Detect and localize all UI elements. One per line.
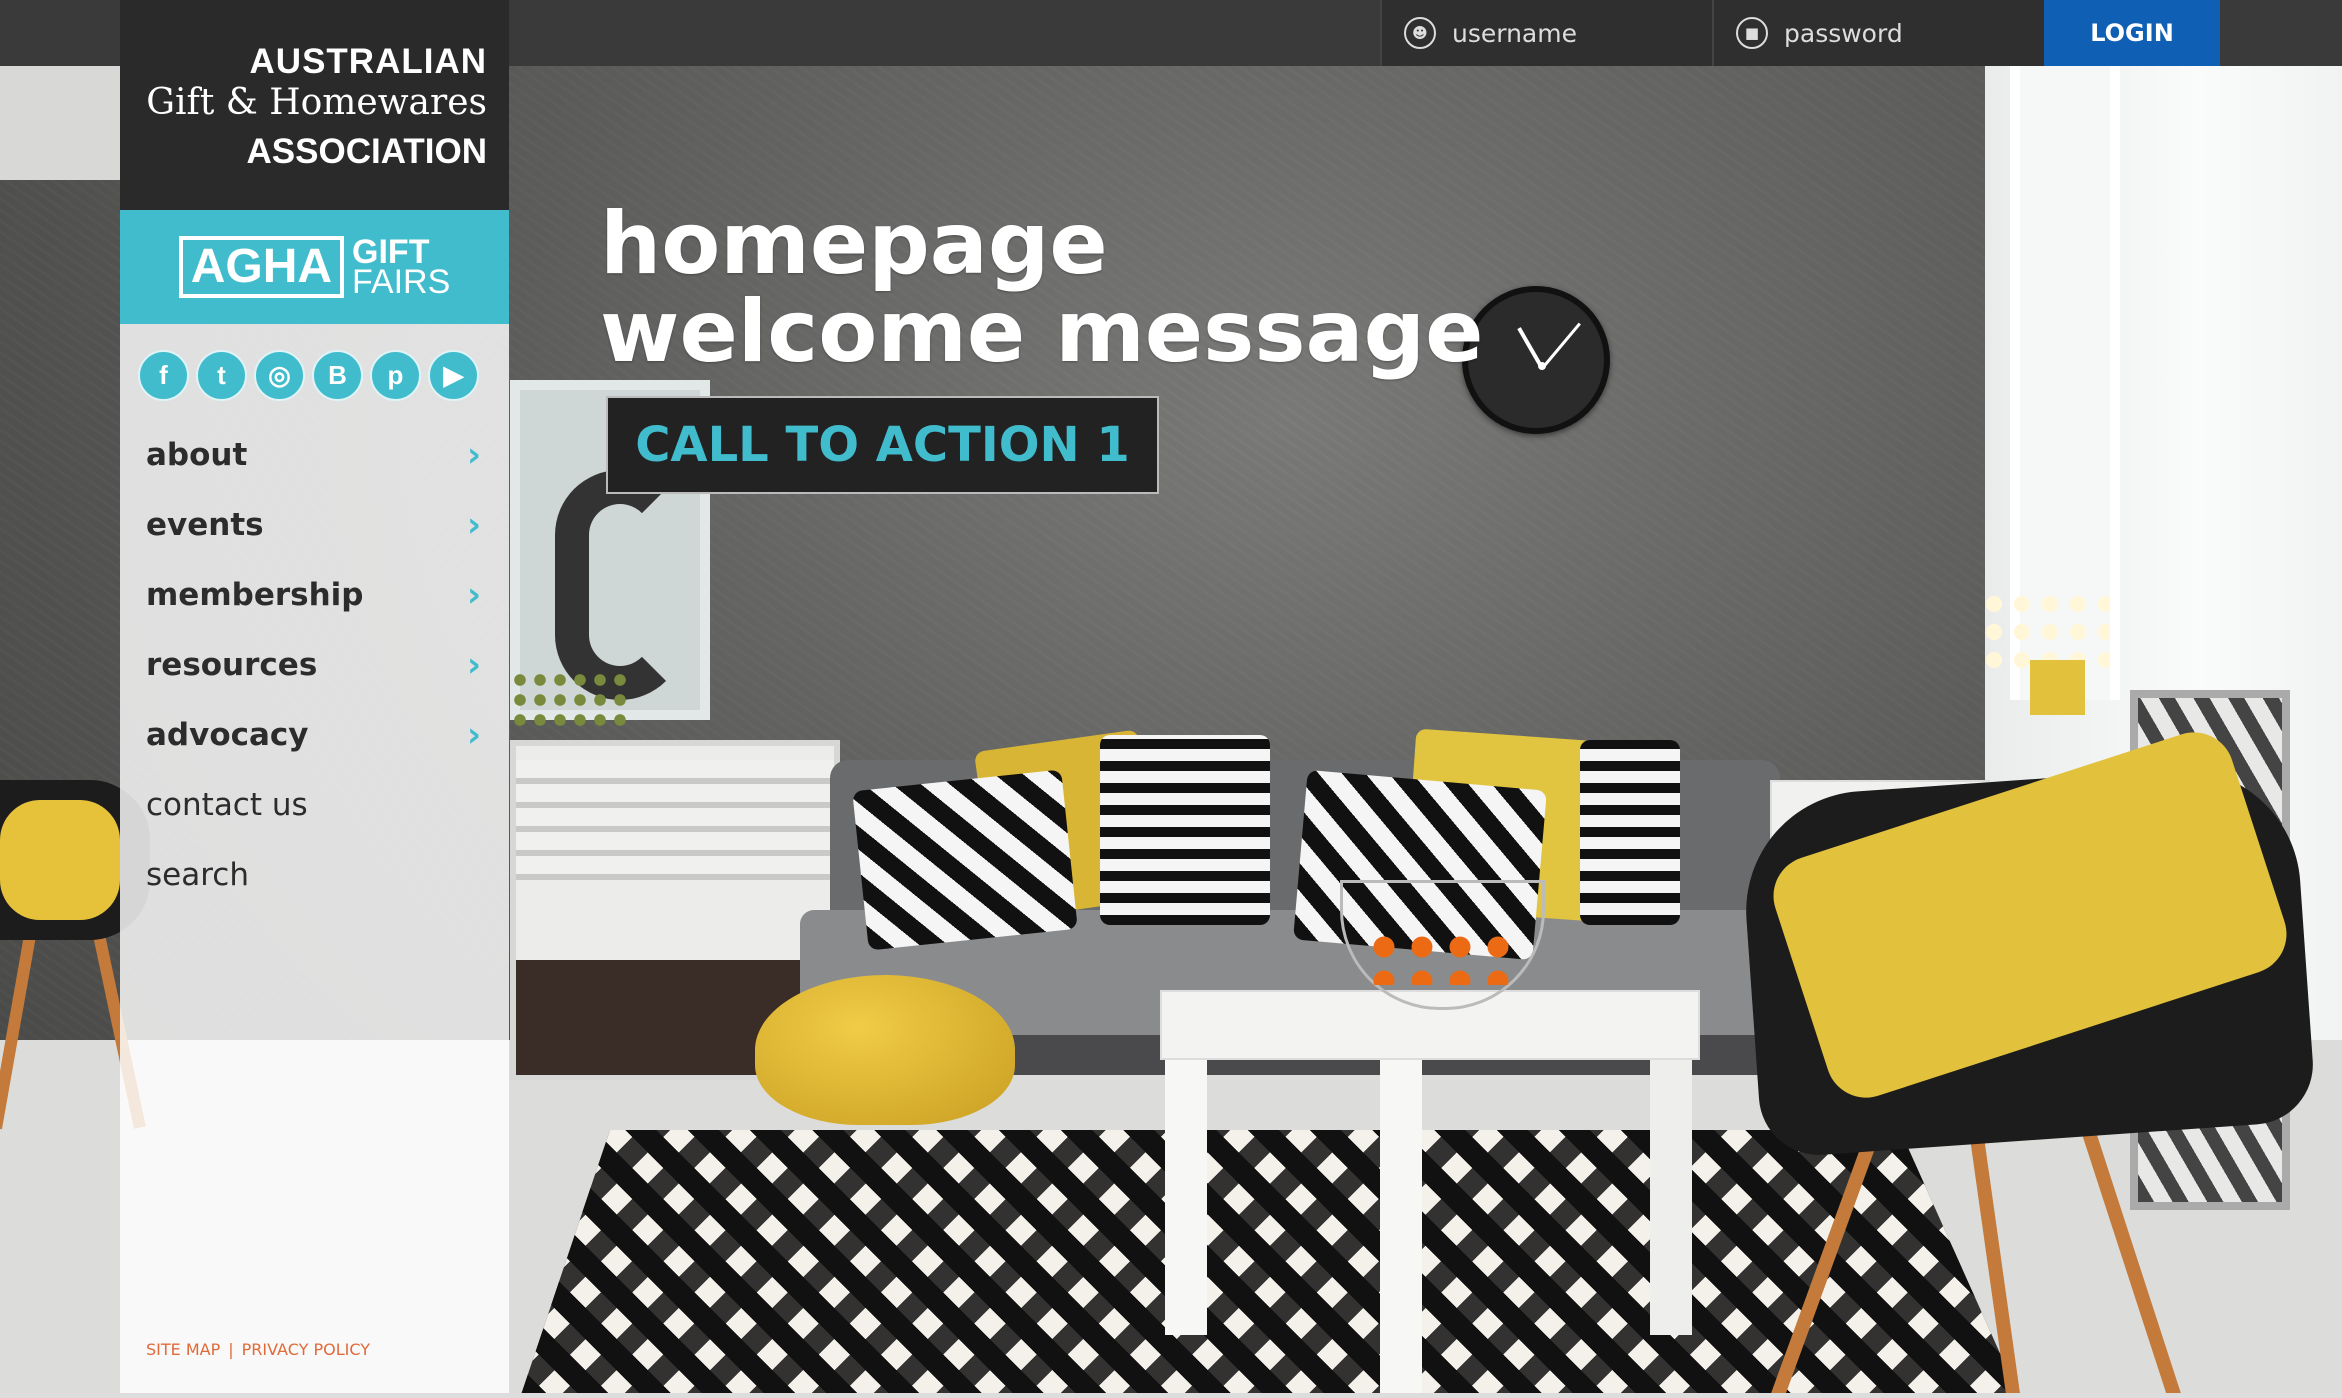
- nav-item-resources[interactable]: resources ›: [120, 630, 509, 700]
- main-nav: about › events › membership › resources › advoca…: [120, 420, 509, 910]
- nav-item-label: events: [146, 507, 264, 543]
- nav-item-contact-us[interactable]: contact us: [120, 770, 509, 840]
- footer-links: SITE MAP | PRIVACY POLICY: [146, 1340, 378, 1359]
- agha-logo: AGHA: [178, 236, 345, 298]
- nav-item-advocacy[interactable]: advocacy ›: [120, 700, 509, 770]
- username-field[interactable]: ☻ username: [1380, 0, 1713, 66]
- footer-separator: |: [228, 1340, 234, 1359]
- blogger-icon[interactable]: B: [312, 350, 363, 401]
- nav-item-about[interactable]: about ›: [120, 420, 509, 490]
- nav-item-membership[interactable]: membership ›: [120, 560, 509, 630]
- user-icon: ☻: [1404, 17, 1436, 49]
- chevron-right-icon: ›: [466, 645, 481, 685]
- page: ☻ username ■ password LOGIN AUSTRALIAN G…: [0, 0, 2342, 1398]
- nav-item-label: advocacy: [146, 717, 309, 753]
- nav-item-search[interactable]: search: [120, 840, 509, 910]
- pinterest-icon[interactable]: p: [370, 350, 421, 401]
- password-placeholder: password: [1784, 18, 1903, 48]
- nav-item-label: contact us: [146, 787, 308, 823]
- call-to-action-button[interactable]: CALL TO ACTION 1: [606, 396, 1159, 494]
- logo-line-2: Gift & Homewares: [146, 82, 487, 123]
- welcome-heading: homepage welcome message: [600, 194, 1484, 382]
- nav-item-label: about: [146, 437, 248, 473]
- nav-item-label: search: [146, 857, 249, 893]
- password-field[interactable]: ■ password: [1712, 0, 2045, 66]
- sitemap-link[interactable]: SITE MAP: [146, 1340, 220, 1359]
- logo-line-3: ASSOCIATION: [246, 132, 487, 171]
- chevron-right-icon: ›: [466, 505, 481, 545]
- youtube-icon[interactable]: ▶: [428, 350, 479, 401]
- chevron-right-icon: ›: [466, 715, 481, 755]
- facebook-icon[interactable]: f: [138, 350, 189, 401]
- plant: [510, 670, 630, 730]
- instagram-icon[interactable]: ◎: [254, 350, 305, 401]
- pouf: [755, 975, 1015, 1125]
- gift-fairs-banner[interactable]: AGHA GIFT FAIRS: [120, 210, 509, 324]
- nav-item-label: membership: [146, 577, 364, 613]
- username-placeholder: username: [1452, 18, 1577, 48]
- privacy-policy-link[interactable]: PRIVACY POLICY: [242, 1340, 370, 1359]
- logo-line-1: AUSTRALIAN: [249, 42, 487, 81]
- site-logo[interactable]: AUSTRALIAN Gift & Homewares ASSOCIATION: [120, 0, 509, 210]
- twitter-icon[interactable]: t: [196, 350, 247, 401]
- chevron-right-icon: ›: [466, 435, 481, 475]
- login-button[interactable]: LOGIN: [2044, 0, 2220, 66]
- fairs-label: FAIRS: [352, 263, 451, 301]
- nav-item-label: resources: [146, 647, 318, 683]
- nav-item-events[interactable]: events ›: [120, 490, 509, 560]
- social-links: f t ◎ Bp ▶: [138, 350, 479, 401]
- lock-icon: ■: [1736, 17, 1768, 49]
- chevron-right-icon: ›: [466, 575, 481, 615]
